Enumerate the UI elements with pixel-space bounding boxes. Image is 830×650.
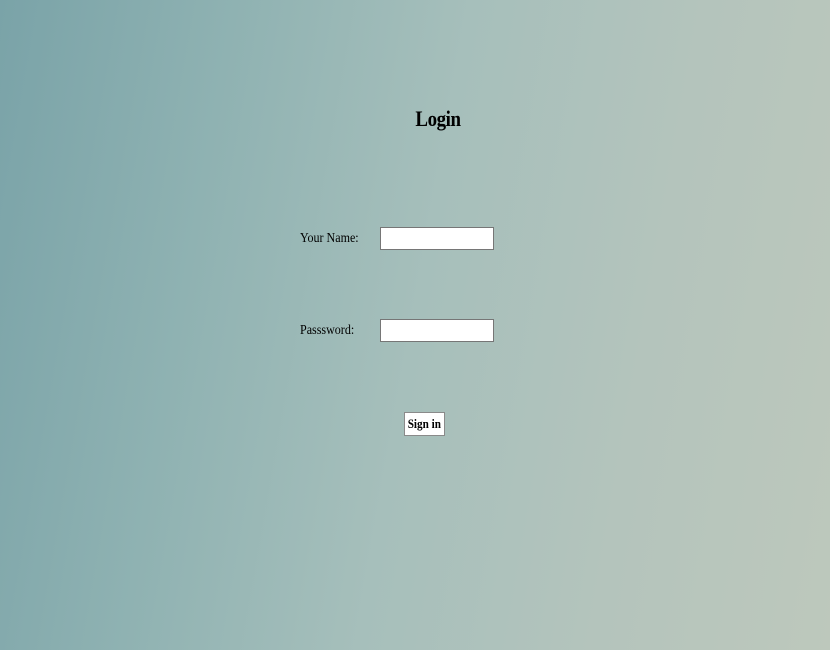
password-input[interactable] [380, 319, 494, 342]
sign-in-button[interactable]: Sign in [404, 412, 445, 436]
sign-in-button-label: Sign in [407, 416, 442, 431]
login-title: Login [415, 106, 461, 131]
name-label: Your Name: [300, 231, 359, 246]
password-label: Passsword: [300, 323, 355, 338]
name-input[interactable] [380, 227, 494, 250]
